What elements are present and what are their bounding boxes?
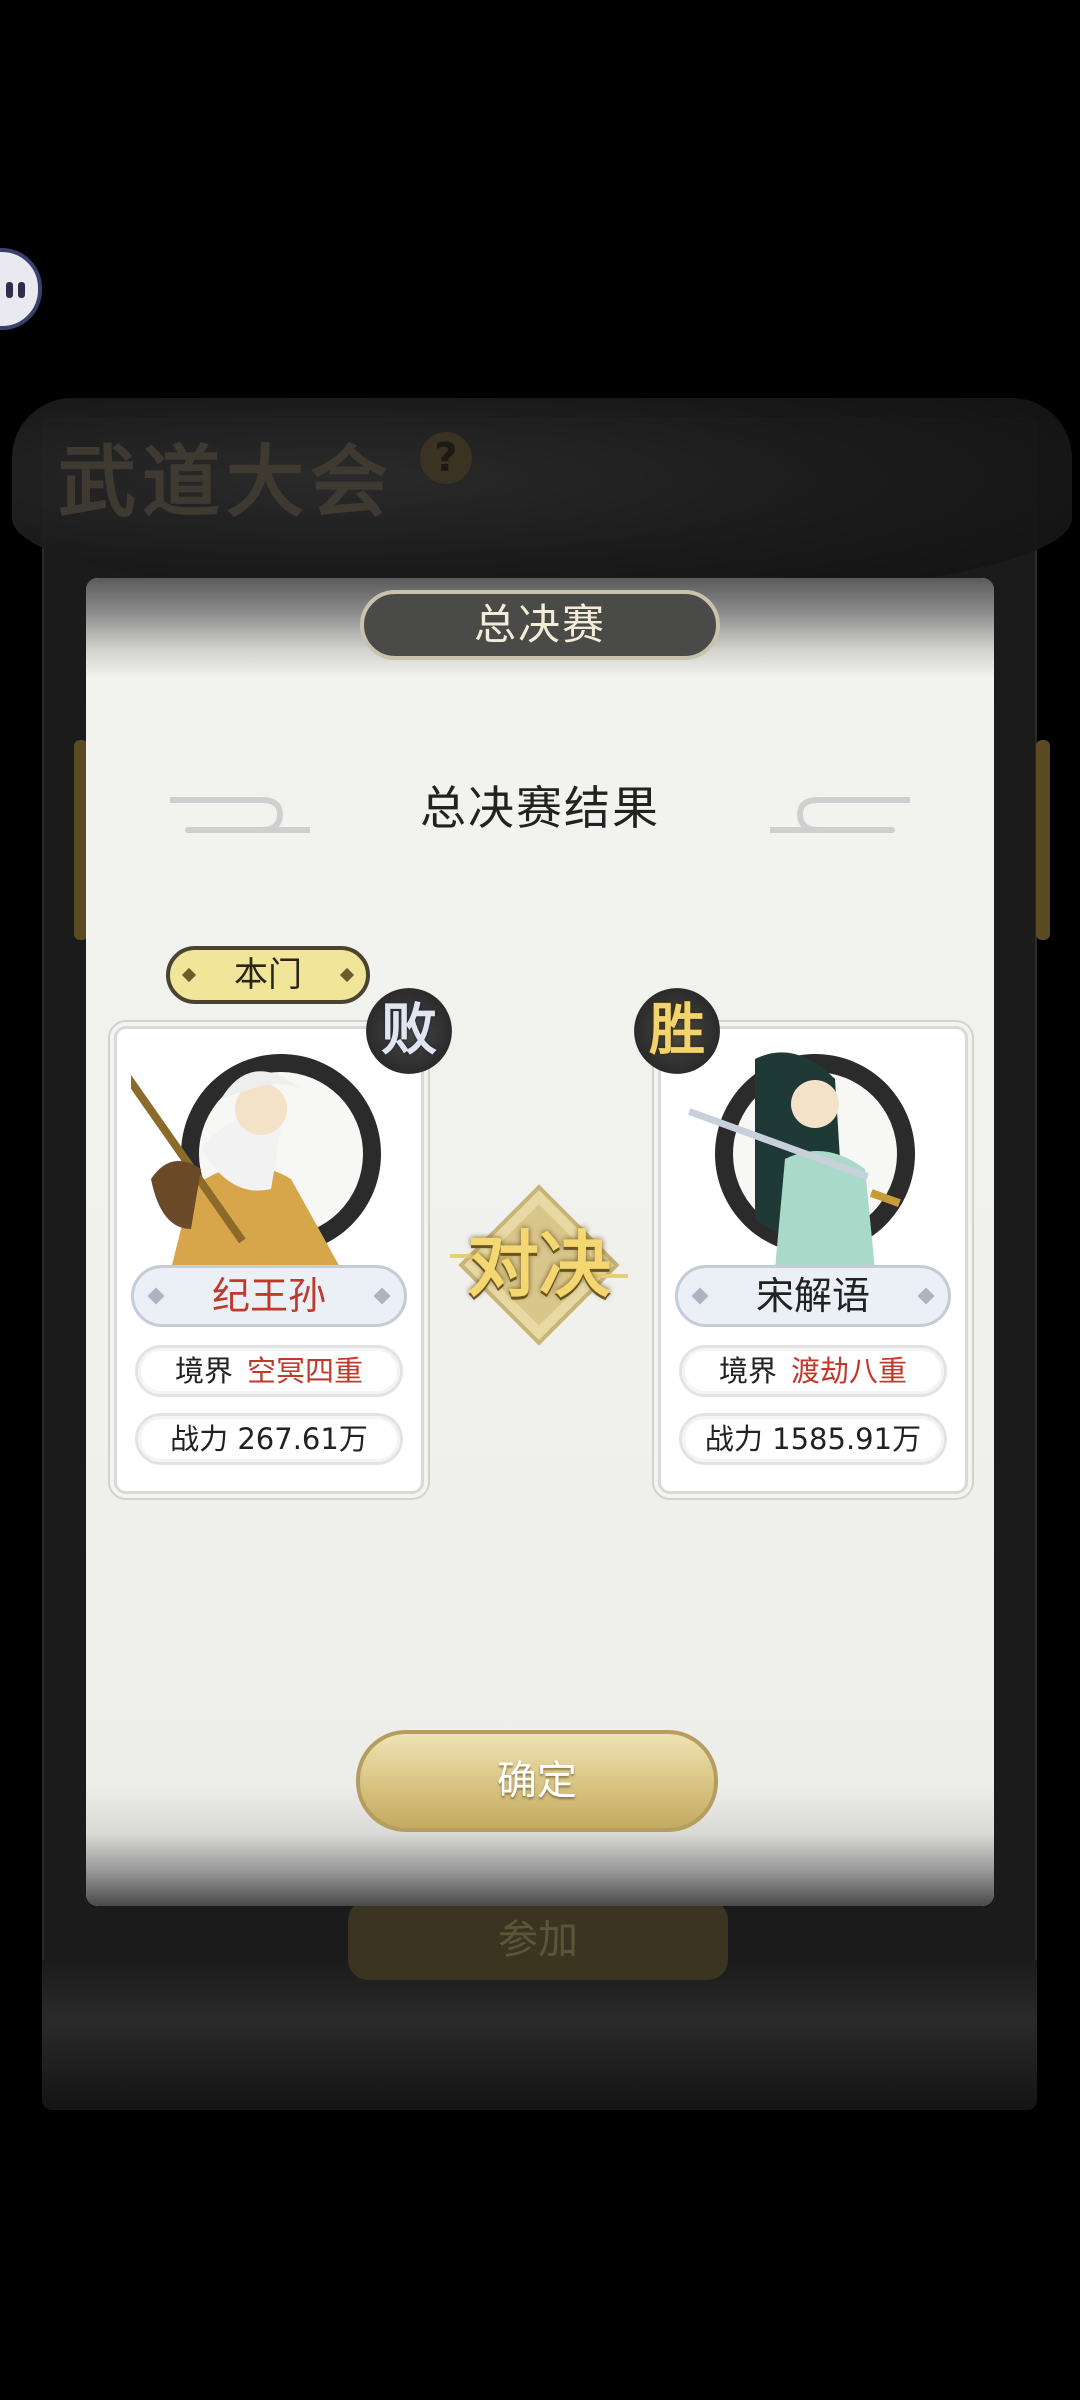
player-name-plate-left: 纪王孙 [131, 1265, 407, 1327]
power-row-right: 战力 1585.91万 [679, 1413, 947, 1465]
help-icon[interactable]: ? [420, 432, 472, 484]
player-card-right[interactable]: 宋解语 境界 渡劫八重 战力 1585.91万 [658, 1026, 968, 1494]
realm-row-right: 境界 渡劫八重 [679, 1345, 947, 1397]
own-sect-label: 本门 [234, 955, 302, 995]
cloud-scroll-icon [770, 797, 910, 833]
confirm-button[interactable]: 确定 [356, 1730, 718, 1832]
realm-value-left: 空冥四重 [247, 1354, 364, 1388]
player-name-plate-right: 宋解语 [675, 1265, 951, 1327]
bottom-ink-decoration [42, 1960, 1037, 2110]
diamond-icon [181, 967, 197, 983]
player-name-left: 纪王孙 [211, 1274, 326, 1318]
diamond-icon [147, 1287, 165, 1305]
diamond-icon [373, 1287, 391, 1305]
realm-row-left: 境界 空冥四重 [135, 1345, 403, 1397]
page-title: 武道大会 [58, 437, 395, 528]
diamond-icon [917, 1287, 935, 1305]
diamond-icon [339, 967, 355, 983]
power-row-left: 战力 267.61万 [135, 1413, 403, 1465]
side-decoration-right [1036, 740, 1050, 940]
versus-label: 对决 [466, 1222, 611, 1307]
character-portrait-left [131, 1039, 407, 1269]
victory-badge: 胜 [634, 988, 720, 1074]
realm-label: 境界 [718, 1354, 777, 1388]
join-button[interactable]: 参加 [348, 1900, 728, 1980]
player-card-left[interactable]: 纪王孙 境界 空冥四重 战力 267.61万 [114, 1026, 424, 1494]
floating-assistant-button[interactable] [0, 248, 42, 330]
result-modal: 总决赛 总决赛结果 本门 纪王孙 境界 空冥四重 战力 267.61万 败 对决… [86, 578, 994, 1906]
player-name-right: 宋解语 [755, 1274, 870, 1318]
own-sect-tag: 本门 [166, 946, 370, 1004]
realm-value-right: 渡劫八重 [791, 1354, 908, 1388]
modal-header: 总决赛 [360, 590, 720, 660]
versus-emblem: 对决 [450, 1176, 628, 1354]
character-portrait-right [675, 1039, 951, 1269]
defeat-badge: 败 [366, 988, 452, 1074]
realm-label: 境界 [174, 1354, 233, 1388]
diamond-icon [691, 1287, 709, 1305]
